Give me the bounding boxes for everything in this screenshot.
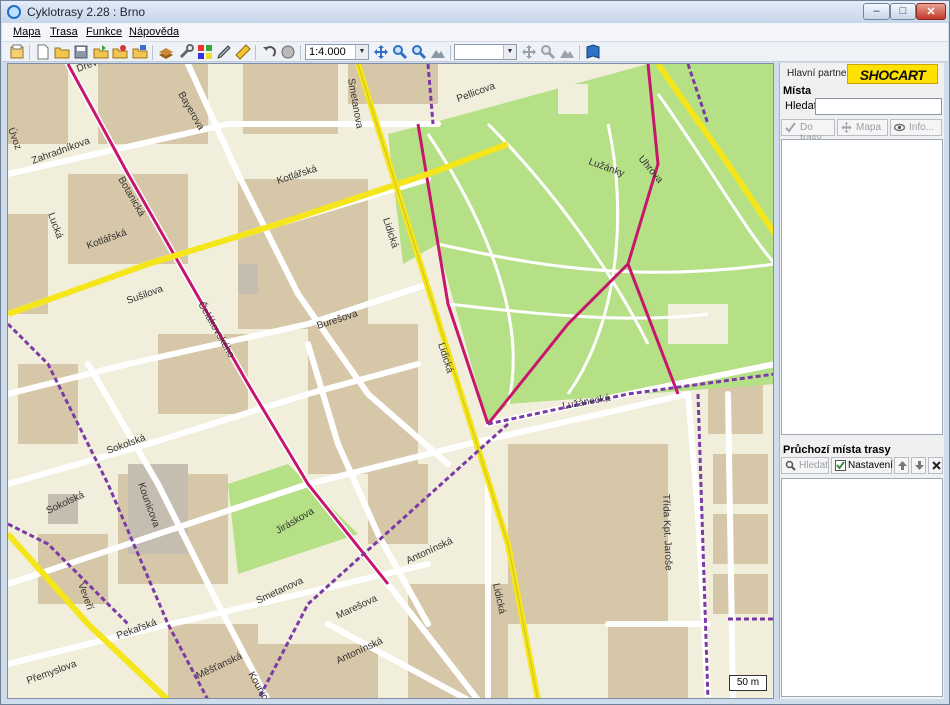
move-icon (841, 122, 852, 133)
minimize-button[interactable]: – (863, 3, 890, 20)
page-icon[interactable] (35, 44, 51, 60)
map-scale-bar: 50 m (729, 675, 767, 691)
new-icon[interactable] (9, 44, 25, 60)
via-points-title: Průchozí místa trasy (783, 444, 891, 456)
maximize-icon: □ (899, 5, 907, 17)
menu-mapa[interactable]: Mapa (13, 26, 41, 38)
info-button[interactable]: Info... (890, 119, 942, 136)
chevron-down-icon: ▼ (355, 45, 368, 59)
search-icon (785, 460, 796, 471)
route-select[interactable]: ▼ (454, 44, 517, 60)
scale-value: 1:4.000 (309, 46, 346, 58)
map-canvas[interactable]: Drevařská Bayerova Smetanova Pellicova L… (8, 64, 774, 699)
via-points-toolbar: Hledat Nastavení (781, 456, 943, 476)
menu-trasa[interactable]: Trasa (50, 26, 78, 38)
maximize-button[interactable]: □ (890, 3, 916, 20)
ruler-icon[interactable] (235, 44, 251, 60)
partner-logo[interactable]: SHOCART (847, 64, 938, 84)
open-icon[interactable] (54, 44, 70, 60)
via-settings-label: Nastavení (848, 460, 894, 471)
toolbar: 1:4.000 ▼ ▼ (2, 42, 948, 62)
show-on-map-label: Mapa (856, 122, 882, 133)
via-search-button[interactable]: Hledat (781, 457, 829, 474)
print-icon[interactable] (132, 44, 148, 60)
menu-napoveda[interactable]: Nápověda (129, 26, 179, 38)
scale-select[interactable]: 1:4.000 ▼ (305, 44, 369, 60)
help-book-icon[interactable] (585, 44, 601, 60)
app-window: Cyklotrasy 2.28 : Brno – □ ✕ Mapa Trasa … (0, 0, 950, 705)
terrain-icon[interactable] (430, 44, 446, 60)
places-search-label: Hledat (785, 100, 817, 112)
close-icon: ✕ (926, 6, 936, 18)
info-label: Info... (909, 122, 935, 133)
arrow-down-icon (915, 461, 924, 470)
zoom-out-icon[interactable] (411, 44, 427, 60)
app-logo-icon (7, 5, 21, 19)
to-route-button[interactable]: Do trasy (781, 119, 835, 144)
via-settings-button[interactable]: Nastavení (831, 457, 894, 474)
map-view[interactable]: Drevařská Bayerova Smetanova Pellicova L… (7, 63, 774, 699)
places-list[interactable] (781, 139, 943, 435)
close-icon (932, 461, 941, 470)
via-search-label: Hledat (799, 460, 828, 471)
import-icon[interactable] (112, 44, 128, 60)
tiles-icon[interactable] (197, 44, 213, 60)
menu-bar: Mapa Trasa Funkce Nápověda (2, 23, 948, 42)
stop-icon[interactable] (280, 44, 296, 60)
zoom-in-icon[interactable] (392, 44, 408, 60)
arrow-up-icon (898, 461, 907, 470)
route-zoom-in-icon[interactable] (540, 44, 556, 60)
places-title: Místa (783, 85, 812, 97)
route-move-icon[interactable] (521, 44, 537, 60)
remove-button[interactable] (928, 457, 943, 474)
side-panel: Hlavní partner SHOCART Místa Hledat Do t… (779, 63, 944, 699)
move-down-button[interactable] (911, 457, 926, 474)
move-icon[interactable] (373, 44, 389, 60)
places-search-input[interactable] (815, 98, 942, 115)
eye-icon (894, 123, 905, 132)
pencil-icon[interactable] (216, 44, 232, 60)
title-bar: Cyklotrasy 2.28 : Brno – □ ✕ (1, 1, 949, 23)
atlas-icon[interactable] (158, 44, 174, 60)
minimize-icon: – (873, 5, 880, 17)
chevron-down-icon: ▼ (503, 45, 516, 59)
window-title: Cyklotrasy 2.28 : Brno (27, 5, 146, 19)
show-on-map-button[interactable]: Mapa (837, 119, 888, 136)
save-icon[interactable] (73, 44, 89, 60)
map-scale-label: 50 m (736, 677, 760, 688)
close-button[interactable]: ✕ (916, 3, 946, 20)
via-points-list[interactable] (781, 478, 943, 697)
partner-label: Hlavní partner (787, 68, 850, 79)
menu-funkce[interactable]: Funkce (86, 26, 122, 38)
undo-icon[interactable] (261, 44, 277, 60)
export-icon[interactable] (93, 44, 109, 60)
checkbox-icon (835, 460, 846, 471)
route-zoom-out-icon[interactable] (559, 44, 575, 60)
partner-logo-text: SHOCART (859, 67, 926, 83)
tools-icon[interactable] (178, 44, 194, 60)
check-icon (785, 122, 796, 133)
move-up-button[interactable] (894, 457, 909, 474)
